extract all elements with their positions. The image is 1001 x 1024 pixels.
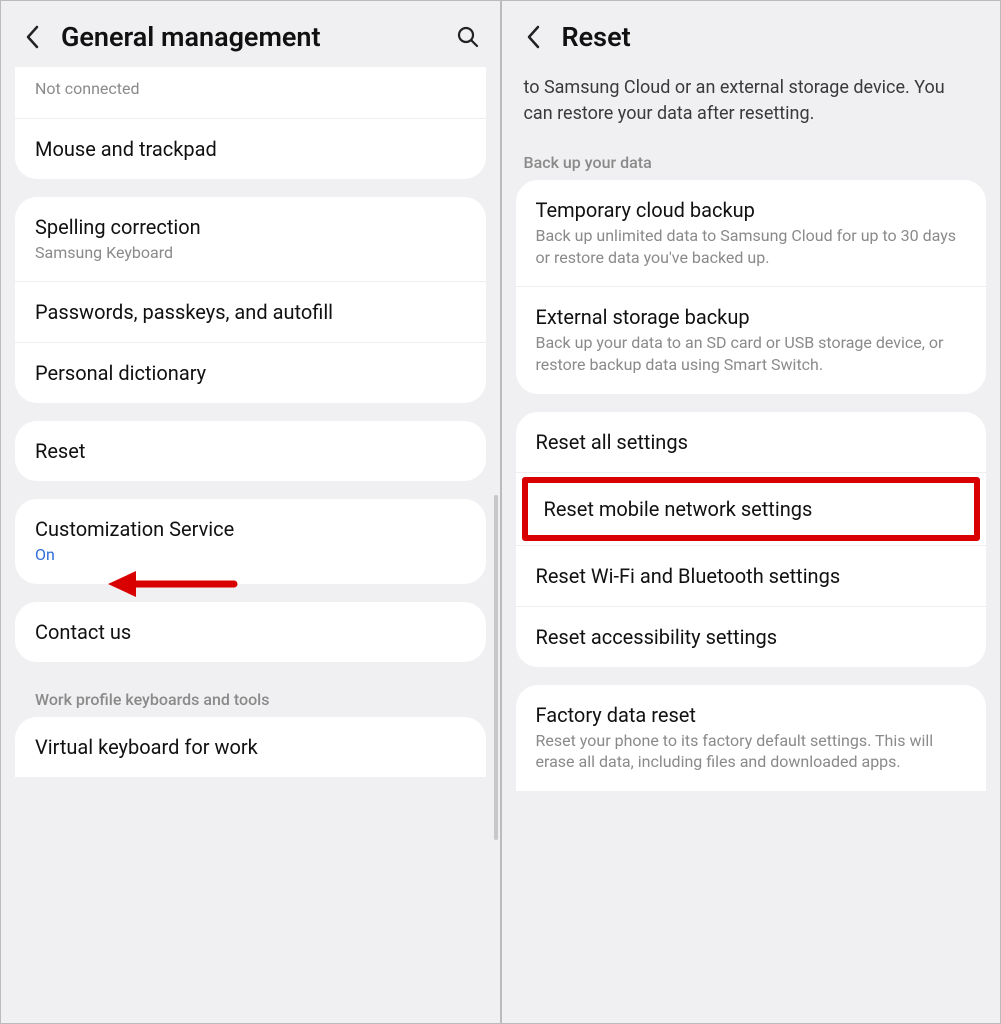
item-title: Personal dictionary [35, 361, 466, 385]
annotation-highlight-box: Reset mobile network settings [522, 477, 981, 541]
item-personal-dictionary[interactable]: Personal dictionary [15, 342, 486, 403]
card-work: Virtual keyboard for work [15, 717, 486, 777]
card-factory-reset: Factory data reset Reset your phone to i… [516, 685, 987, 791]
scrollbar[interactable] [494, 495, 498, 840]
card-reset-options: Reset all settings Reset mobile network … [516, 412, 987, 667]
item-mouse-trackpad[interactable]: Mouse and trackpad [15, 118, 486, 179]
item-title: External storage backup [536, 305, 967, 329]
header: Reset [502, 1, 1001, 67]
item-title: Temporary cloud backup [536, 198, 967, 222]
item-title: Mouse and trackpad [35, 137, 466, 161]
item-title: Spelling correction [35, 215, 466, 239]
item-sub: Reset your phone to its factory default … [536, 730, 967, 773]
item-title: Virtual keyboard for work [35, 735, 466, 759]
item-title: Factory data reset [536, 703, 967, 727]
item-title: Contact us [35, 620, 466, 644]
item-title: Reset accessibility settings [536, 625, 967, 649]
item-reset-mobile-network[interactable]: Reset mobile network settings [516, 472, 987, 545]
item-sub: On [35, 544, 466, 566]
item-external-storage-backup[interactable]: External storage backup Back up your dat… [516, 286, 987, 393]
item-title: Passwords, passkeys, and autofill [35, 300, 466, 324]
intro-text: to Samsung Cloud or an external storage … [502, 67, 1001, 143]
page-title: General management [61, 21, 440, 53]
item-sub: Back up unlimited data to Samsung Cloud … [536, 225, 967, 268]
item-not-connected[interactable]: Not connected [15, 67, 486, 118]
header: General management [1, 1, 500, 67]
item-reset-accessibility[interactable]: Reset accessibility settings [516, 606, 987, 667]
card-connectivity: Not connected Mouse and trackpad [15, 67, 486, 179]
back-icon[interactable] [520, 23, 548, 51]
content: Temporary cloud backup Back up unlimited… [502, 180, 1001, 805]
search-icon[interactable] [454, 23, 482, 51]
item-title: Reset Wi-Fi and Bluetooth settings [536, 564, 967, 588]
item-title: Customization Service [35, 517, 466, 541]
card-backup: Temporary cloud backup Back up unlimited… [516, 180, 987, 393]
content: Not connected Mouse and trackpad Spellin… [1, 67, 500, 791]
card-reset: Reset [15, 421, 486, 481]
card-text-input: Spelling correction Samsung Keyboard Pas… [15, 197, 486, 404]
page-title: Reset [562, 21, 983, 53]
item-spelling-correction[interactable]: Spelling correction Samsung Keyboard [15, 197, 486, 282]
general-management-screen: General management Not connected Mouse a… [0, 0, 501, 1024]
item-title: Reset [35, 439, 466, 463]
back-icon[interactable] [19, 23, 47, 51]
item-virtual-keyboard-work[interactable]: Virtual keyboard for work [15, 717, 486, 777]
item-sub: Samsung Keyboard [35, 242, 466, 264]
section-backup: Back up your data [502, 143, 1001, 180]
reset-screen: Reset to Samsung Cloud or an external st… [501, 0, 1001, 1024]
card-customization: Customization Service On [15, 499, 486, 584]
item-title: Reset all settings [536, 430, 967, 454]
item-reset[interactable]: Reset [15, 421, 486, 481]
item-temporary-cloud-backup[interactable]: Temporary cloud backup Back up unlimited… [516, 180, 987, 286]
item-factory-data-reset[interactable]: Factory data reset Reset your phone to i… [516, 685, 987, 791]
item-sub: Not connected [35, 78, 466, 100]
item-customization-service[interactable]: Customization Service On [15, 499, 486, 584]
item-passwords-autofill[interactable]: Passwords, passkeys, and autofill [15, 281, 486, 342]
item-reset-wifi-bluetooth[interactable]: Reset Wi-Fi and Bluetooth settings [516, 545, 987, 606]
card-contact: Contact us [15, 602, 486, 662]
item-contact-us[interactable]: Contact us [15, 602, 486, 662]
section-work-profile: Work profile keyboards and tools [15, 680, 486, 717]
item-title: Reset mobile network settings [528, 483, 975, 535]
item-sub: Back up your data to an SD card or USB s… [536, 332, 967, 375]
item-reset-all-settings[interactable]: Reset all settings [516, 412, 987, 472]
